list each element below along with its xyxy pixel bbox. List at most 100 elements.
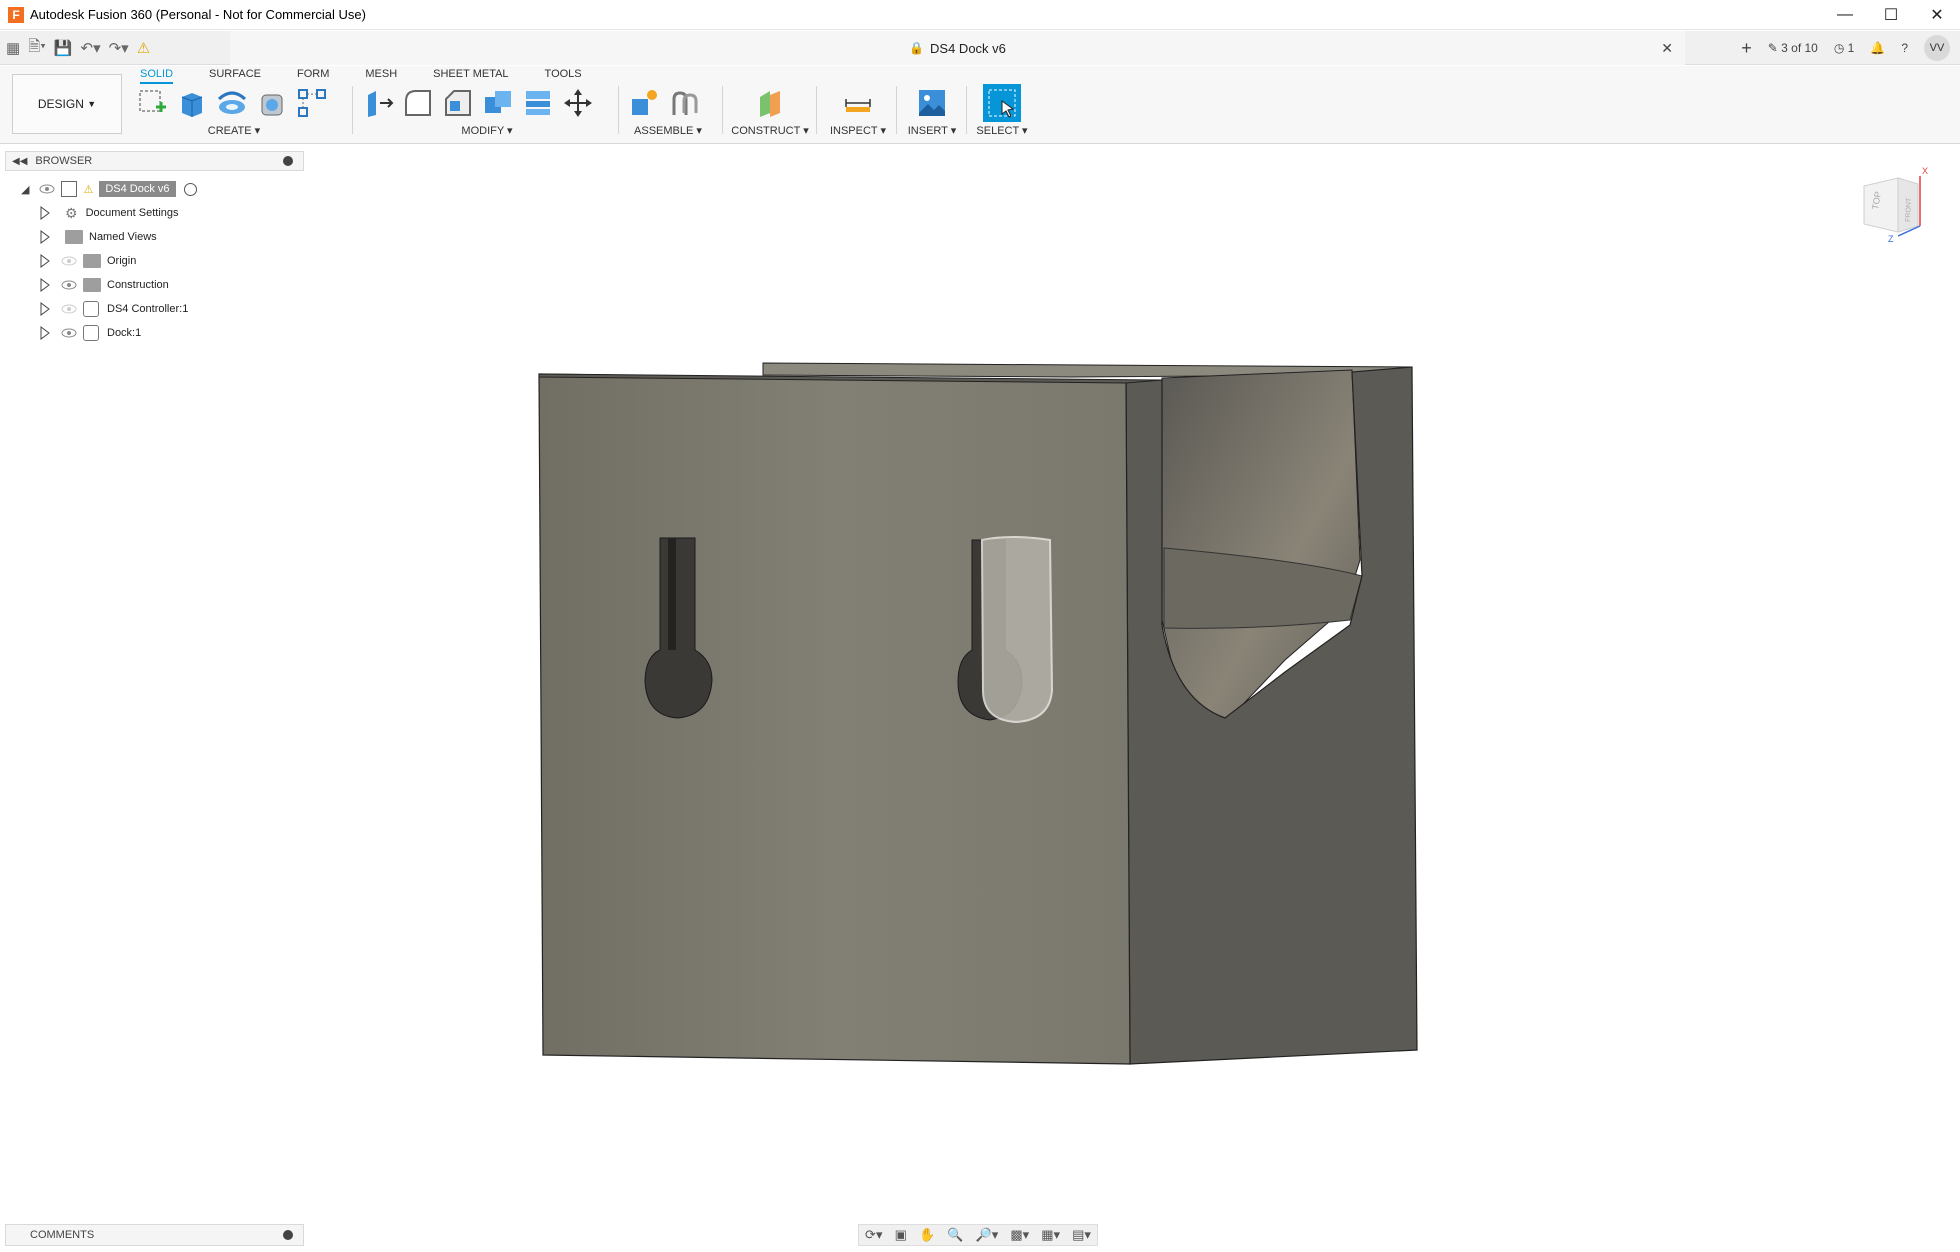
extrude-icon[interactable] xyxy=(176,87,208,119)
browser-item[interactable]: Named Views xyxy=(39,226,157,248)
press-pull-icon[interactable] xyxy=(362,87,394,119)
expand-triangle-icon[interactable] xyxy=(39,277,51,293)
job-count: 1 xyxy=(1847,41,1855,55)
browser-item[interactable]: Construction xyxy=(39,274,169,296)
notifications-bell-icon[interactable]: 🔔 xyxy=(1870,41,1885,55)
construct-menu[interactable]: CONSTRUCT ▾ xyxy=(730,124,810,137)
assemble-menu[interactable]: ASSEMBLE ▾ xyxy=(628,124,708,137)
toolbar-separator xyxy=(722,86,723,134)
revolve-icon[interactable] xyxy=(216,87,248,119)
toolbar-separator xyxy=(618,86,619,134)
visibility-eye-icon[interactable] xyxy=(61,280,77,290)
combine-icon[interactable] xyxy=(482,87,514,119)
insert-group: INSERT ▾ xyxy=(904,86,960,142)
rectangular-pattern-icon[interactable] xyxy=(296,87,328,119)
viewcube-front-label[interactable]: FRONT xyxy=(1905,197,1913,222)
zoom-icon[interactable]: 🔍 xyxy=(947,1227,963,1243)
save-icon[interactable]: 💾 xyxy=(54,39,73,57)
collapse-panel-icon[interactable]: ◀◀ xyxy=(12,156,27,167)
warning-icon[interactable]: ⚠ xyxy=(137,39,150,57)
select-tool[interactable] xyxy=(983,84,1021,122)
file-menu-icon[interactable]: 🗎▾ xyxy=(28,36,46,61)
expand-triangle-icon[interactable] xyxy=(39,301,51,317)
help-icon[interactable]: ? xyxy=(1901,41,1908,55)
new-component-icon[interactable] xyxy=(628,87,660,119)
undo-icon[interactable]: ↶▾ xyxy=(81,39,101,57)
browser-item[interactable]: DS4 Controller:1 xyxy=(39,298,188,320)
modify-menu[interactable]: MODIFY ▾ xyxy=(362,124,612,137)
tab-tools[interactable]: TOOLS xyxy=(545,68,582,84)
viewcube[interactable]: TOP FRONT X Z xyxy=(1858,162,1938,244)
workspace-label: DESIGN xyxy=(37,97,84,111)
user-avatar[interactable]: VV xyxy=(1924,35,1950,61)
select-menu[interactable]: SELECT ▾ xyxy=(974,124,1030,137)
comments-panel[interactable]: COMMENTS xyxy=(5,1224,304,1246)
move-copy-icon[interactable] xyxy=(562,87,594,119)
document-tab[interactable]: 🔒 DS4 Dock v6 ✕ xyxy=(230,31,1685,65)
expand-triangle-icon[interactable] xyxy=(39,229,51,245)
visibility-eye-icon[interactable] xyxy=(61,256,77,266)
canvas-viewport[interactable] xyxy=(0,145,1960,1223)
display-settings-icon[interactable]: ▩▾ xyxy=(1010,1227,1029,1243)
insert-canvas-icon[interactable] xyxy=(916,87,948,119)
offset-plane-icon[interactable] xyxy=(754,87,786,119)
minimize-button[interactable]: — xyxy=(1822,0,1868,30)
measure-icon[interactable] xyxy=(842,87,874,119)
job-status[interactable]: ◷ 1 xyxy=(1834,41,1855,55)
application-bar: ▦ 🗎▾ 💾 ↶▾ ↷▾ ⚠ 🔒 DS4 Dock v6 ✕ + ✎ 3 of … xyxy=(0,31,1960,65)
tab-form[interactable]: FORM xyxy=(297,68,329,84)
add-comment-icon[interactable] xyxy=(283,1230,293,1240)
insert-menu[interactable]: INSERT ▾ xyxy=(904,124,960,137)
fillet-icon[interactable] xyxy=(402,87,434,119)
redo-icon[interactable]: ↷▾ xyxy=(109,39,129,57)
caret-down-icon: ▼ xyxy=(87,99,97,109)
tab-mesh[interactable]: MESH xyxy=(365,68,397,84)
visibility-eye-icon[interactable] xyxy=(61,304,77,314)
visibility-eye-icon[interactable] xyxy=(61,328,77,338)
inspect-menu[interactable]: INSPECT ▾ xyxy=(826,124,890,137)
joint-icon[interactable] xyxy=(668,87,700,119)
new-tab-icon[interactable]: + xyxy=(1741,38,1752,59)
document-icon xyxy=(61,181,78,197)
create-menu[interactable]: CREATE ▾ xyxy=(136,124,332,137)
browser-root-row[interactable]: ◢ ⚠ DS4 Dock v6 xyxy=(21,178,197,200)
browser-item[interactable]: Dock:1 xyxy=(39,322,141,344)
ribbon-toolbar: DESIGN ▼ SOLID SURFACE FORM MESH SHEET M… xyxy=(0,66,1960,144)
minimize-browser-icon[interactable] xyxy=(283,156,293,166)
shell-icon[interactable] xyxy=(256,87,288,119)
modify-group: MODIFY ▾ xyxy=(362,86,612,142)
chamfer-icon[interactable] xyxy=(442,87,474,119)
app-quick-tools: ▦ 🗎▾ 💾 ↶▾ ↷▾ ⚠ xyxy=(6,35,150,61)
controller-tab-ghost xyxy=(980,536,1054,724)
expand-triangle-icon[interactable] xyxy=(39,253,51,269)
browser-panel-header[interactable]: ◀◀ BROWSER xyxy=(5,151,304,171)
browser-item-label: Named Views xyxy=(89,231,157,243)
tab-surface[interactable]: SURFACE xyxy=(209,68,261,84)
visibility-eye-icon[interactable] xyxy=(39,184,55,194)
browser-item[interactable]: Origin xyxy=(39,250,136,272)
expand-triangle-icon[interactable] xyxy=(39,325,51,341)
viewports-icon[interactable]: ▤▾ xyxy=(1072,1227,1091,1243)
look-at-icon[interactable]: ▣ xyxy=(895,1227,907,1243)
window-title: Autodesk Fusion 360 (Personal - Not for … xyxy=(30,7,366,22)
fit-icon[interactable]: 🔎▾ xyxy=(976,1227,999,1243)
tab-solid[interactable]: SOLID xyxy=(140,68,174,84)
activate-radio-icon[interactable] xyxy=(183,182,197,196)
grid-settings-icon[interactable]: ▦▾ xyxy=(1041,1227,1060,1243)
tab-sheet-metal[interactable]: SHEET METAL xyxy=(433,68,508,84)
document-tab-title: DS4 Dock v6 xyxy=(930,40,1006,56)
split-body-icon[interactable] xyxy=(522,87,554,119)
browser-item[interactable]: ⚙ Document Settings xyxy=(39,202,179,224)
orbit-icon[interactable]: ⟳▾ xyxy=(865,1227,882,1243)
expand-triangle-icon[interactable] xyxy=(39,205,51,221)
pan-hand-icon[interactable]: ✋ xyxy=(919,1227,935,1243)
model-canvas[interactable] xyxy=(0,145,1960,1223)
close-window-button[interactable]: ✕ xyxy=(1914,0,1960,30)
expand-root-triangle-icon[interactable]: ◢ xyxy=(21,183,29,196)
version-indicator[interactable]: ✎ 3 of 10 xyxy=(1768,41,1818,55)
maximize-button[interactable]: ☐ xyxy=(1868,0,1914,30)
create-sketch-icon[interactable] xyxy=(136,87,168,119)
workspace-switcher[interactable]: DESIGN ▼ xyxy=(12,74,122,134)
data-panel-grid-icon[interactable]: ▦ xyxy=(6,39,20,57)
close-tab-icon[interactable]: ✕ xyxy=(1661,40,1673,57)
